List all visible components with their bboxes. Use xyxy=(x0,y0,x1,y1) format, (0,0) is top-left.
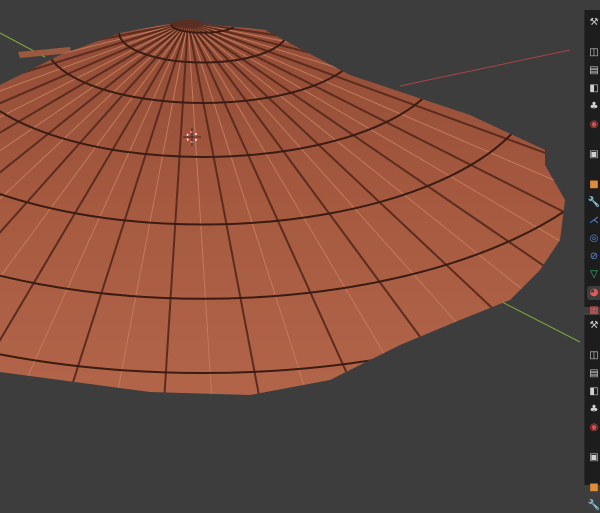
object-icon[interactable]: ■ xyxy=(587,481,600,495)
data-icon[interactable]: ▽ xyxy=(587,268,600,282)
world-icon[interactable]: ◉ xyxy=(587,118,600,132)
output-icon[interactable]: ▤ xyxy=(587,367,600,381)
particles-icon[interactable]: ⋌ xyxy=(587,214,600,228)
properties-tabs-top: ⚒ ◫ ▤ ◧ ♣ ◉ ▣ ■ 🔧 ⋌ ◎ ⊘ ▽ ◕ ▦ xyxy=(584,10,600,316)
scene-icon[interactable]: ♣ xyxy=(587,100,600,114)
properties-tabs-bottom: ⚒ ◫ ▤ ◧ ♣ ◉ ▣ ■ 🔧 xyxy=(584,315,600,513)
view-layer-icon[interactable]: ◧ xyxy=(587,82,600,96)
constraints-icon[interactable]: ⊘ xyxy=(587,250,600,264)
roof-mesh[interactable] xyxy=(0,0,600,442)
3d-viewport[interactable] xyxy=(0,0,600,500)
modifier-icon[interactable]: 🔧 xyxy=(587,196,600,210)
collection-icon[interactable]: ▣ xyxy=(587,148,600,162)
view-layer-icon[interactable]: ◧ xyxy=(587,385,600,399)
object-icon[interactable]: ■ xyxy=(587,178,600,192)
world-icon[interactable]: ◉ xyxy=(587,421,600,435)
render-icon[interactable]: ◫ xyxy=(587,46,600,60)
collection-icon[interactable]: ▣ xyxy=(587,451,600,465)
tool-icon[interactable]: ⚒ xyxy=(587,319,600,333)
modifier-icon[interactable]: 🔧 xyxy=(587,499,600,513)
physics-icon[interactable]: ◎ xyxy=(587,232,600,246)
roof-top-opening xyxy=(172,20,204,28)
tool-icon[interactable]: ⚒ xyxy=(587,16,600,30)
scene-icon[interactable]: ♣ xyxy=(587,403,600,417)
x-axis-line xyxy=(399,49,571,87)
material-icon[interactable]: ◕ xyxy=(587,286,600,300)
render-icon[interactable]: ◫ xyxy=(587,349,600,363)
output-icon[interactable]: ▤ xyxy=(587,64,600,78)
